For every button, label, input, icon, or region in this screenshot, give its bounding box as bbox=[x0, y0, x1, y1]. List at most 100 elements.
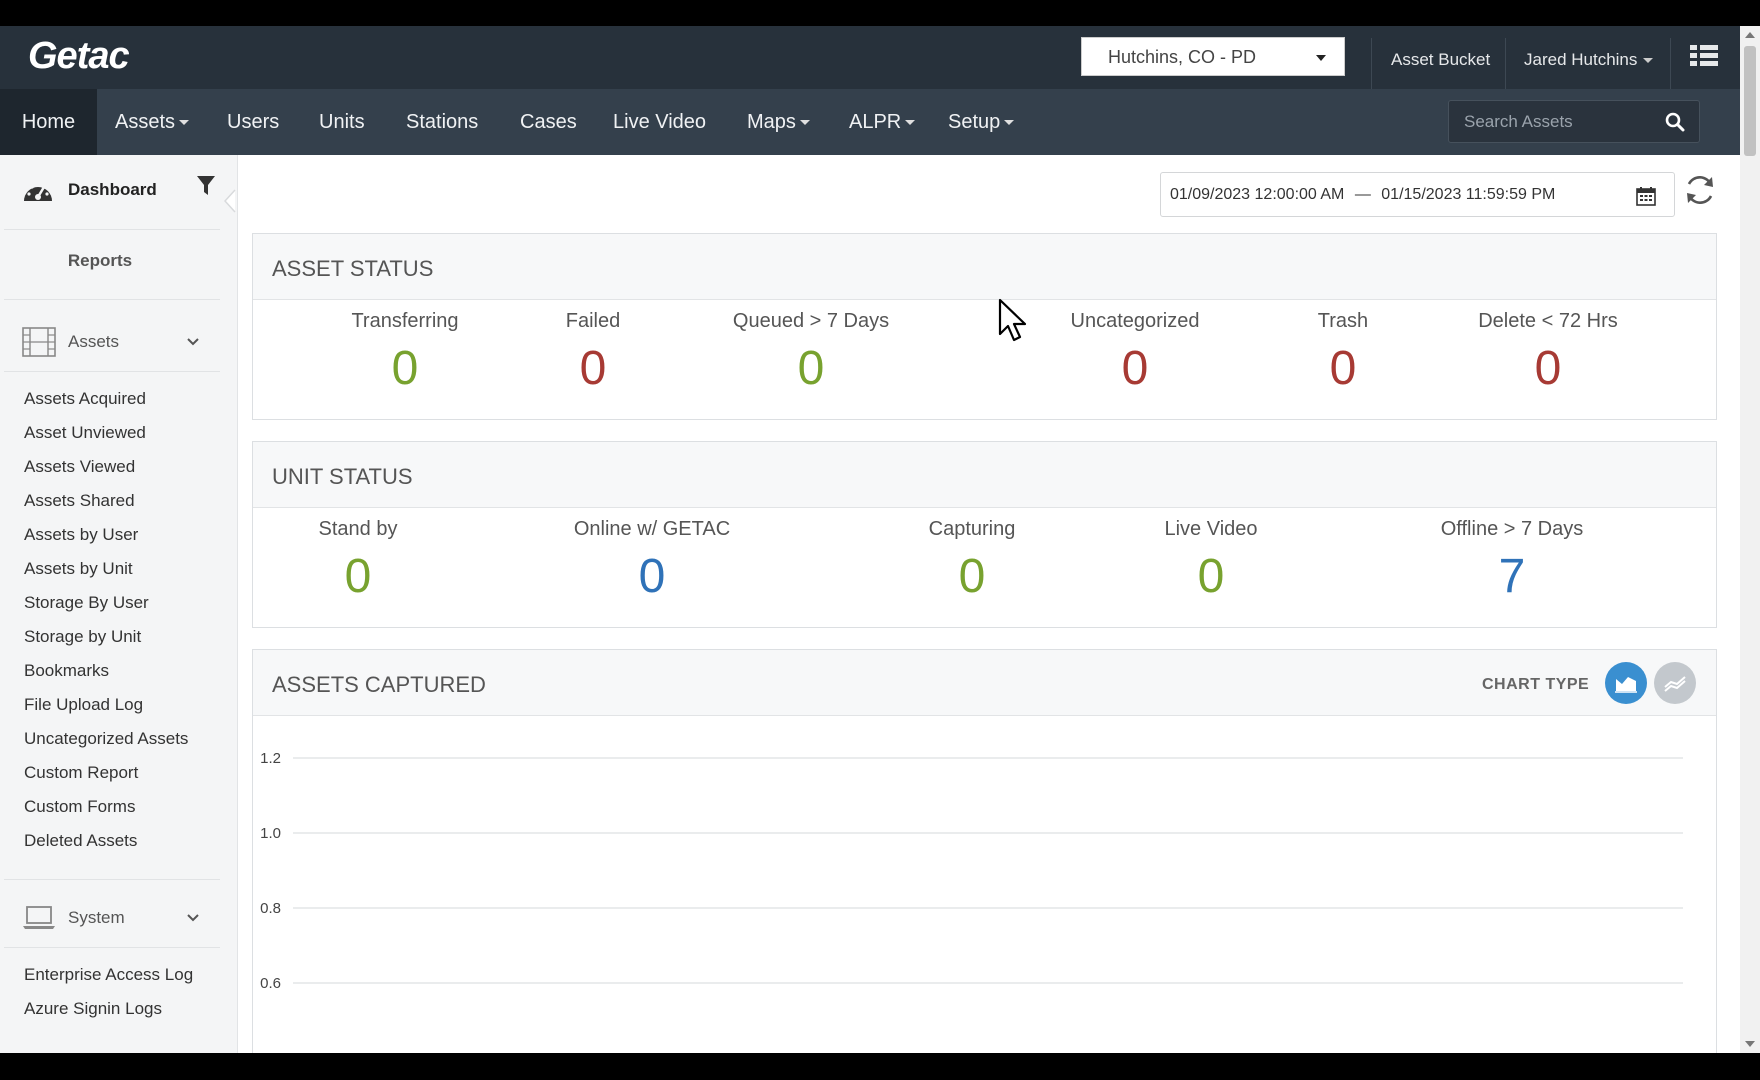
chart-y-tick-label: 0.8 bbox=[260, 900, 281, 917]
sidebar-link-storage-by-unit[interactable]: Storage by Unit bbox=[24, 627, 141, 647]
nav-assets[interactable]: Assets bbox=[115, 89, 190, 155]
stat-transferring[interactable]: Transferring 0 bbox=[305, 310, 505, 396]
page-scrollbar[interactable] bbox=[1740, 26, 1760, 1053]
sidebar-link-asset-unviewed[interactable]: Asset Unviewed bbox=[24, 423, 146, 443]
caret-down-icon bbox=[1316, 55, 1326, 61]
sidebar-section-assets[interactable]: Assets bbox=[22, 325, 222, 359]
sidebar-link-assets-by-unit[interactable]: Assets by Unit bbox=[24, 559, 133, 579]
agency-select[interactable]: Hutchins, CO - PD bbox=[1081, 37, 1345, 76]
nav-users[interactable]: Users bbox=[227, 89, 279, 155]
nav-units[interactable]: Units bbox=[319, 89, 365, 155]
getac-logo[interactable]: Getac bbox=[28, 35, 130, 78]
stat-uncategorized[interactable]: Uncategorized 0 bbox=[1020, 310, 1250, 396]
sidebar-section-system[interactable]: System bbox=[22, 901, 222, 935]
sidebar-link-assets-shared[interactable]: Assets Shared bbox=[24, 491, 135, 511]
sidebar-link-uncategorized-assets[interactable]: Uncategorized Assets bbox=[24, 729, 188, 749]
main-content: 01/09/2023 12:00:00 AM — 01/15/2023 11:5… bbox=[239, 155, 1740, 1053]
caret-down-icon bbox=[1004, 120, 1015, 126]
area-chart-button[interactable] bbox=[1605, 662, 1647, 704]
sidebar-link-assets-by-user[interactable]: Assets by User bbox=[24, 525, 138, 545]
scroll-thumb[interactable] bbox=[1744, 46, 1756, 156]
unit-status-title: UNIT STATUS bbox=[272, 464, 413, 489]
stat-label: Online w/ GETAC bbox=[573, 518, 731, 540]
date-range-text: 01/09/2023 12:00:00 AM — 01/15/2023 11:5… bbox=[1170, 186, 1555, 204]
unit-status-panel: UNIT STATUS Stand by 0 Online w/ GETAC 0… bbox=[252, 441, 1717, 628]
search-input[interactable] bbox=[1449, 101, 1659, 142]
stat-value: 0 bbox=[579, 342, 607, 395]
stat-queued-7-days[interactable]: Queued > 7 Days 0 bbox=[686, 310, 936, 396]
chevron-down-icon bbox=[187, 914, 199, 922]
stat-trash[interactable]: Trash 0 bbox=[1253, 310, 1433, 396]
stat-offline-7-days[interactable]: Offline > 7 Days 7 bbox=[1392, 518, 1632, 604]
agency-select-value: Hutchins, CO - PD bbox=[1108, 47, 1257, 67]
app-window: Getac Hutchins, CO - PD Asset Bucket Jar… bbox=[0, 26, 1760, 1053]
sidebar-link-storage-by-user[interactable]: Storage By User bbox=[24, 593, 149, 613]
sidebar-divider bbox=[4, 947, 220, 948]
line-chart-button[interactable] bbox=[1654, 662, 1696, 704]
assets-captured-chart: 1.2 1.0 0.8 0.6 bbox=[260, 750, 1683, 992]
sidebar-link-custom-forms[interactable]: Custom Forms bbox=[24, 797, 135, 817]
refresh-icon[interactable] bbox=[1683, 173, 1717, 207]
date-range-separator: — bbox=[1354, 186, 1371, 203]
collapse-sidebar-icon[interactable] bbox=[224, 189, 236, 213]
stat-stand-by[interactable]: Stand by 0 bbox=[258, 518, 458, 604]
asset-status-header: ASSET STATUS bbox=[253, 234, 1716, 300]
stat-label: Failed bbox=[565, 310, 621, 332]
sidebar-divider bbox=[4, 229, 220, 230]
calendar-icon[interactable] bbox=[1636, 186, 1656, 206]
stat-value: 0 bbox=[1329, 342, 1357, 395]
nav-cases[interactable]: Cases bbox=[520, 89, 577, 155]
nav-maps[interactable]: Maps bbox=[747, 89, 810, 155]
sidebar-link-deleted-assets[interactable]: Deleted Assets bbox=[24, 831, 137, 851]
search-icon[interactable] bbox=[1665, 112, 1685, 132]
stat-failed[interactable]: Failed 0 bbox=[493, 310, 693, 396]
header-divider bbox=[1505, 38, 1506, 89]
user-menu[interactable]: Jared Hutchins bbox=[1524, 50, 1654, 70]
nav-units-label: Units bbox=[319, 111, 365, 133]
sidebar-link-bookmarks[interactable]: Bookmarks bbox=[24, 661, 109, 681]
date-range-start: 01/09/2023 12:00:00 AM bbox=[1170, 186, 1345, 203]
nav-stations[interactable]: Stations bbox=[406, 89, 478, 155]
unit-status-header: UNIT STATUS bbox=[253, 442, 1716, 508]
scroll-down-arrow-icon[interactable] bbox=[1745, 1041, 1755, 1047]
nav-assets-label: Assets bbox=[115, 111, 176, 133]
sidebar-link-file-upload-log[interactable]: File Upload Log bbox=[24, 695, 143, 715]
stat-delete-72-hrs[interactable]: Delete < 72 Hrs 0 bbox=[1423, 310, 1673, 396]
sidebar-reports-heading[interactable]: Reports bbox=[0, 251, 200, 271]
sidebar-link-enterprise-access-log[interactable]: Enterprise Access Log bbox=[24, 965, 193, 985]
sidebar-link-assets-acquired[interactable]: Assets Acquired bbox=[24, 389, 146, 409]
stat-value: 0 bbox=[638, 550, 666, 603]
asset-status-panel: ASSET STATUS Transferring 0 Failed 0 Que… bbox=[252, 233, 1717, 420]
sidebar-section-assets-label: Assets bbox=[68, 332, 120, 351]
stat-live-video[interactable]: Live Video 0 bbox=[1111, 518, 1311, 604]
chart-y-tick-label: 0.6 bbox=[260, 975, 281, 992]
date-range-end: 01/15/2023 11:59:59 PM bbox=[1381, 186, 1556, 203]
sidebar-link-custom-report[interactable]: Custom Report bbox=[24, 763, 138, 783]
stat-value: 0 bbox=[1121, 342, 1149, 395]
nav-alpr[interactable]: ALPR bbox=[849, 89, 916, 155]
filter-icon[interactable] bbox=[196, 175, 216, 197]
sidebar-link-azure-signin-logs[interactable]: Azure Signin Logs bbox=[24, 999, 162, 1019]
nav-home[interactable]: Home bbox=[0, 89, 97, 155]
stat-label: Capturing bbox=[928, 518, 1016, 540]
chevron-down-icon bbox=[187, 338, 199, 346]
stat-value: 0 bbox=[344, 550, 372, 603]
stat-online-getac[interactable]: Online w/ GETAC 0 bbox=[522, 518, 782, 604]
stat-value: 0 bbox=[1197, 550, 1225, 603]
user-name: Jared Hutchins bbox=[1524, 50, 1638, 69]
nav-setup[interactable]: Setup bbox=[948, 89, 1015, 155]
dashboard-gauge-icon bbox=[24, 182, 52, 201]
assets-captured-title: ASSETS CAPTURED bbox=[272, 672, 486, 697]
laptop-icon bbox=[23, 906, 55, 929]
date-range-picker[interactable]: 01/09/2023 12:00:00 AM — 01/15/2023 11:5… bbox=[1160, 172, 1675, 217]
stat-label: Uncategorized bbox=[1070, 310, 1200, 332]
nav-live-video[interactable]: Live Video bbox=[613, 89, 706, 155]
stat-capturing[interactable]: Capturing 0 bbox=[872, 518, 1072, 604]
sidebar-link-assets-viewed[interactable]: Assets Viewed bbox=[24, 457, 135, 477]
app-menu-icon[interactable] bbox=[1690, 45, 1718, 67]
sidebar-dashboard[interactable]: Dashboard bbox=[22, 175, 222, 207]
scroll-up-arrow-icon[interactable] bbox=[1745, 32, 1755, 38]
line-chart-icon bbox=[1664, 676, 1686, 692]
asset-bucket-link[interactable]: Asset Bucket bbox=[1391, 50, 1490, 70]
nav-alpr-label: ALPR bbox=[849, 111, 902, 133]
